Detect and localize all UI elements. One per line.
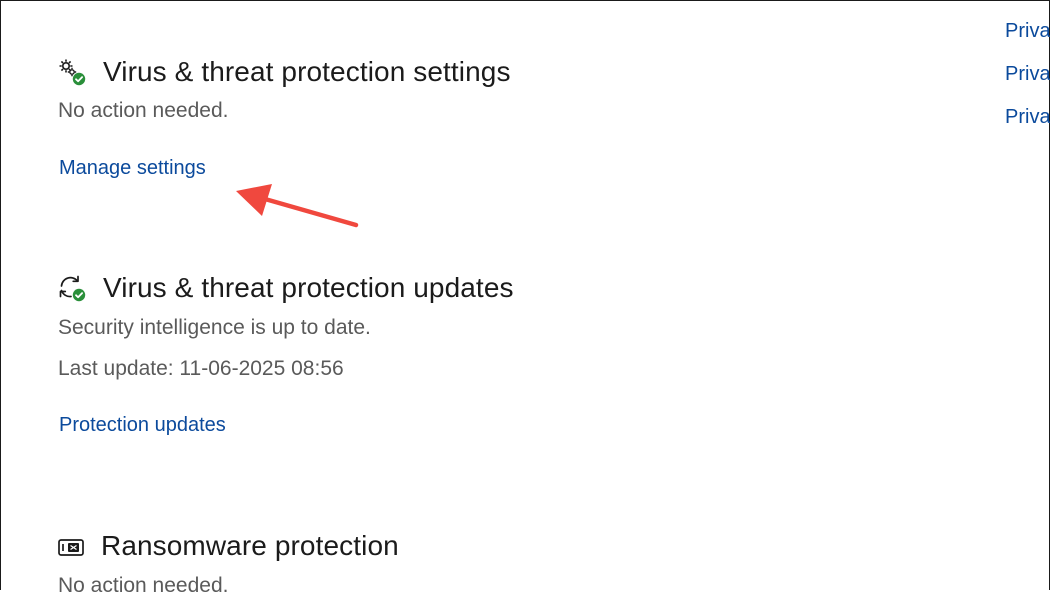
section-description: No action needed. <box>58 99 229 122</box>
section-header: Ransomware protection <box>57 526 399 566</box>
privacy-link-1[interactable]: Priva <box>1005 18 1050 61</box>
sync-check-icon <box>57 273 87 303</box>
annotation-arrow-icon <box>236 184 359 228</box>
section-title: Ransomware protection <box>101 530 399 561</box>
privacy-link-3[interactable]: Priva <box>1005 104 1050 147</box>
privacy-links: Priva Priva Priva <box>1005 18 1050 147</box>
section-description: No action needed. <box>58 574 229 597</box>
section-title: Virus & threat protection settings <box>103 56 511 87</box>
manage-settings-link[interactable]: Manage settings <box>59 157 206 180</box>
section-header: Virus & threat protection updates <box>57 268 514 308</box>
section-ransomware-protection: Ransomware protection No action needed. <box>57 526 399 598</box>
section-description: Security intelligence is up to date. <box>58 316 371 339</box>
section-protection-updates: Virus & threat protection updates Securi… <box>57 268 514 437</box>
section-protection-settings: Virus & threat protection settings No ac… <box>57 52 511 180</box>
section-title: Virus & threat protection updates <box>103 272 514 303</box>
section-header: Virus & threat protection settings <box>57 52 511 92</box>
last-update-text: Last update: 11-06-2025 08:56 <box>58 357 344 380</box>
privacy-link-2[interactable]: Priva <box>1005 61 1050 104</box>
ransomware-shield-icon <box>57 531 87 561</box>
gear-check-icon <box>57 57 87 87</box>
protection-updates-link[interactable]: Protection updates <box>59 414 226 437</box>
